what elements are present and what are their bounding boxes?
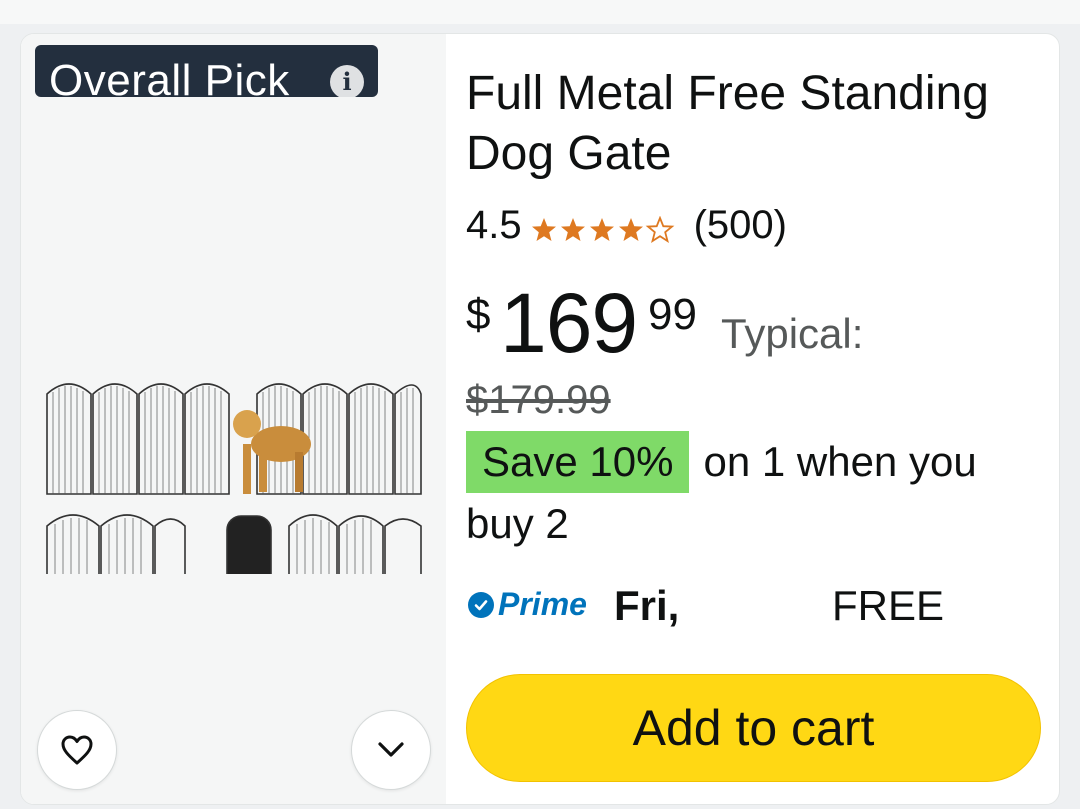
price-fraction: 99 bbox=[648, 290, 697, 339]
save-badge: Save 10% bbox=[466, 431, 690, 493]
badge-label: Overall Pick bbox=[49, 56, 290, 97]
review-count[interactable]: (500) bbox=[694, 203, 787, 248]
overall-pick-badge: Overall Pick i bbox=[35, 45, 378, 97]
product-image[interactable] bbox=[43, 344, 425, 574]
prime-logo: Prime bbox=[468, 586, 587, 623]
expand-button[interactable] bbox=[351, 710, 431, 790]
prime-label: Prime bbox=[498, 586, 587, 622]
add-to-cart-button[interactable]: Add to cart bbox=[466, 674, 1041, 782]
promo-text[interactable]: Save 10% on 1 when you buy 2 bbox=[466, 431, 1041, 555]
prime-check-icon bbox=[468, 591, 494, 618]
info-icon[interactable]: i bbox=[330, 65, 364, 97]
star-icon bbox=[531, 217, 673, 242]
shipping-cost: FREE bbox=[832, 582, 945, 629]
heart-icon bbox=[61, 735, 93, 765]
typical-price-label: Typical: bbox=[721, 310, 864, 357]
gate-panel bbox=[46, 383, 422, 495]
delivery-row: Prime Fri, FREE bbox=[466, 578, 1041, 632]
chevron-down-icon bbox=[378, 742, 404, 757]
list-price: $179.99 bbox=[466, 378, 611, 422]
rating-value: 4.5 bbox=[466, 202, 522, 247]
top-strip bbox=[0, 0, 1080, 24]
price-whole: 169 bbox=[500, 276, 638, 370]
rating-row[interactable]: 4.5 (500) bbox=[466, 200, 787, 250]
product-card[interactable]: Overall Pick i Full Metal Free Standing … bbox=[20, 33, 1060, 805]
product-image-pane[interactable]: Overall Pick i bbox=[21, 34, 446, 804]
price-symbol: $ bbox=[466, 290, 491, 339]
dog-figure bbox=[233, 410, 311, 494]
star-rating bbox=[530, 216, 680, 244]
wishlist-button[interactable] bbox=[37, 710, 117, 790]
product-info: Full Metal Free Standing Dog Gate 4.5 (5… bbox=[466, 34, 1059, 804]
product-title[interactable]: Full Metal Free Standing Dog Gate bbox=[466, 64, 1026, 182]
delivery-day: Fri, bbox=[614, 582, 680, 629]
